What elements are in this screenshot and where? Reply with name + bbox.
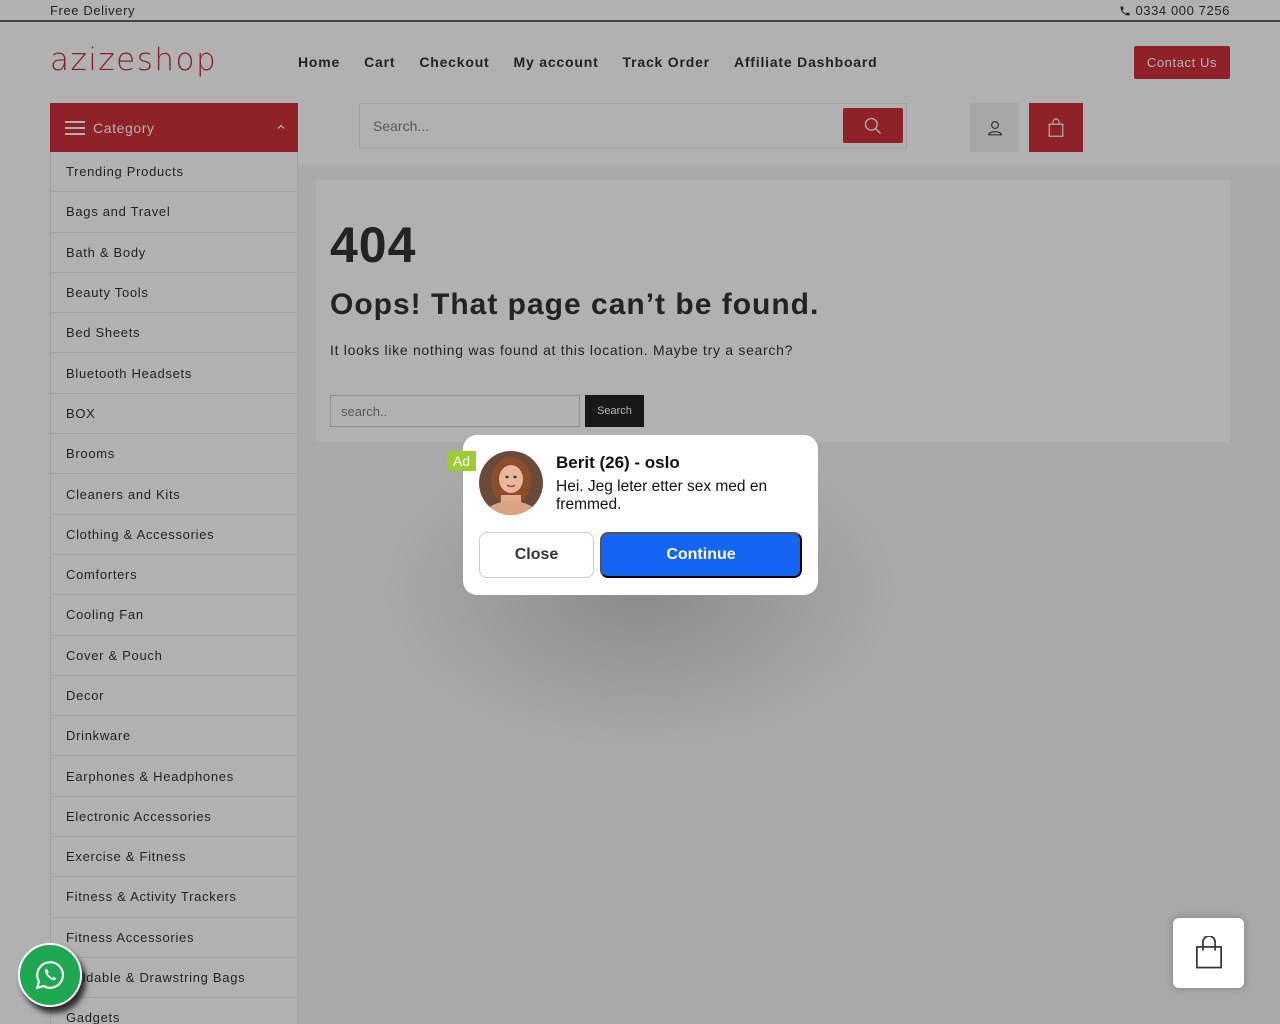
ad-close-button[interactable]: Close xyxy=(479,532,594,578)
avatar xyxy=(479,451,543,515)
ad-profile-name: Berit (26) - oslo xyxy=(556,453,680,472)
ad-popup: Berit (26) - oslo Hei. Jeg leter etter s… xyxy=(463,435,818,595)
shopping-bag-icon xyxy=(1195,936,1222,969)
whatsapp-chat-button[interactable] xyxy=(18,943,82,1007)
ad-continue-button[interactable]: Continue xyxy=(600,532,802,578)
mini-cart-button[interactable] xyxy=(1173,918,1244,988)
ad-badge: Ad xyxy=(447,451,476,471)
ad-message: Hei. Jeg leter etter sex med en fremmed. xyxy=(556,478,768,513)
whatsapp-icon xyxy=(35,961,65,990)
